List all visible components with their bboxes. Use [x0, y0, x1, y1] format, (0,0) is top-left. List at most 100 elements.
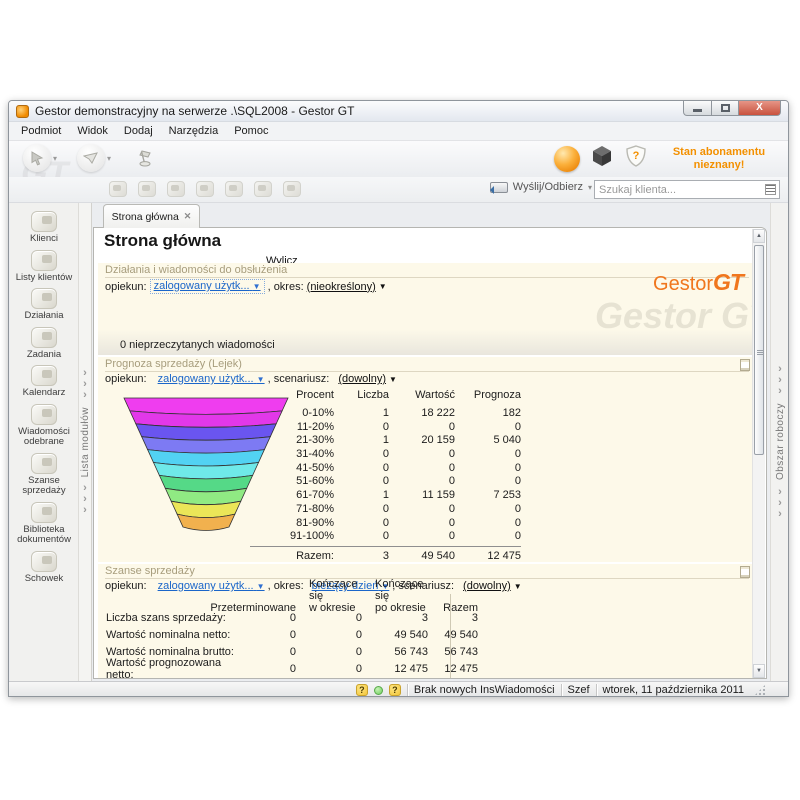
scrollbar-grip-icon — [757, 350, 763, 355]
insmail-status-icon[interactable]: ? — [389, 684, 401, 696]
calendar-icon — [31, 365, 57, 386]
online-status-icon — [374, 686, 383, 695]
sidebar-item-biblioteka-dokument-w[interactable]: Biblioteka dokumentów — [12, 502, 76, 546]
forecast-row-label: 11-20% — [250, 421, 334, 435]
period-dropdown[interactable]: (nieokreślony) — [307, 281, 376, 293]
subscription-status-line1: Stan abonamentu — [658, 146, 780, 159]
forecast-cell: 18 222 — [389, 407, 455, 421]
forecast-cell: 0 — [455, 530, 521, 544]
card-icon[interactable] — [283, 181, 301, 197]
activities-icon — [31, 288, 57, 309]
edit-note-icon[interactable] — [196, 181, 214, 197]
caretaker-dropdown[interactable]: zalogowany użytk... ▼ — [150, 279, 265, 294]
tab-close-icon[interactable]: ✕ — [184, 211, 192, 222]
scenario-label: , scenariusz: — [268, 373, 330, 385]
chances-cell: 0 — [296, 612, 362, 624]
sidebar-item-schowek[interactable]: Schowek — [25, 551, 64, 585]
main-toolbar: GT ▾ ▾ — [9, 141, 788, 177]
sidebar-item-label: Kalendarz — [23, 388, 66, 399]
unread-messages: 0 nieprzeczytanych wiadomości — [120, 339, 275, 351]
statusbar-user: Szef — [568, 684, 590, 696]
tab-strona-glowna[interactable]: Strona główna ✕ — [103, 204, 200, 228]
scroll-down-button[interactable]: ▼ — [753, 664, 765, 678]
cube-icon[interactable] — [590, 144, 614, 173]
sidebar-item-kalendarz[interactable]: Kalendarz — [23, 365, 66, 399]
forecast-cell: 0 — [334, 517, 389, 531]
sidebar-item-zadania[interactable]: Zadania — [27, 327, 61, 361]
sidebar-item-szanse-sprzeda-y[interactable]: Szanse sprzedaży — [12, 453, 76, 497]
chances-row-label: Wartość prognozowana netto: — [106, 657, 250, 680]
sidebar-item-wiadomo-ci-odebrane[interactable]: Wiadomości odebrane — [12, 404, 76, 448]
send-receive-button[interactable]: Wyślij/Odbierz ▾ — [490, 181, 592, 193]
sidebar-item-klienci[interactable]: Klienci — [30, 211, 58, 245]
subscription-status[interactable]: Stan abonamentu nieznany! — [658, 146, 780, 172]
sidebar-item-listy-klient-w[interactable]: Listy klientów — [16, 250, 73, 284]
scenario-dropdown[interactable]: (dowolny) — [338, 373, 386, 385]
sidebar-item-label: Biblioteka dokumentów — [12, 525, 76, 546]
stamp-icon[interactable] — [109, 181, 127, 197]
send-tool-dropdown-icon[interactable]: ▾ — [107, 154, 111, 163]
forecast-cell: 1 — [334, 407, 389, 421]
point-hand-icon[interactable] — [167, 181, 185, 197]
status-bar: ? ? Brak nowych InsWiadomości Szef wtore… — [9, 681, 788, 697]
insert-sphere-icon[interactable] — [554, 146, 580, 172]
caretaker-label: opiekun: — [105, 281, 147, 293]
chances-cell: 3 — [428, 612, 492, 624]
sidebar-item-label: Klienci — [30, 234, 58, 245]
client-search-input[interactable] — [595, 184, 765, 196]
flag-button[interactable] — [131, 144, 159, 172]
menu-bar: PodmiotWidokDodajNarzędziaPomoc — [9, 122, 788, 141]
menu-item-podmiot[interactable]: Podmiot — [13, 123, 69, 139]
chances-cell: 12 475 — [362, 663, 428, 675]
forecast-table: ProcentLiczbaWartośćPrognoza0-10%118 222… — [250, 389, 521, 562]
share-icon[interactable] — [254, 181, 272, 197]
menu-item-pomoc[interactable]: Pomoc — [226, 123, 276, 139]
workspace-strip[interactable]: ››› Obszar roboczy ››› — [770, 203, 789, 681]
scroll-up-button[interactable]: ▲ — [753, 229, 765, 243]
shield-question-icon[interactable]: ? — [624, 144, 648, 173]
caretaker-dropdown[interactable]: zalogowany użytk... ▼ — [158, 373, 265, 385]
forecast-cell: 0 — [389, 530, 455, 544]
forecast-row-label: 31-40% — [250, 448, 334, 462]
scrollbar-thumb[interactable] — [754, 245, 764, 455]
sidebar-item-dzia-ania[interactable]: Działania — [24, 288, 63, 322]
chances-cell: 3 — [362, 612, 428, 624]
forecast-section: Prognoza sprzedaży (Lejek) opiekun: zalo… — [98, 357, 753, 562]
close-button[interactable]: X — [739, 100, 781, 116]
maximize-button[interactable] — [712, 100, 739, 116]
module-list-strip[interactable]: ››› Lista modułów ››› — [78, 203, 92, 681]
dropdown-arrow-icon: ▼ — [379, 282, 387, 291]
minimize-button[interactable] — [683, 100, 712, 116]
forecast-cell: 0 — [455, 421, 521, 435]
forecast-cell: 0 — [455, 517, 521, 531]
forecast-cell: 20 159 — [389, 434, 455, 448]
statusbar-messages: Brak nowych InsWiadomości — [414, 684, 555, 696]
forecast-cell: 0 — [389, 475, 455, 489]
tasks-icon — [31, 327, 57, 348]
secondary-toolbar: Wyślij/Odbierz ▾ — [9, 177, 788, 203]
menu-item-widok[interactable]: Widok — [69, 123, 116, 139]
title-bar[interactable]: Gestor demonstracyjny na serwerze .\SQL2… — [9, 101, 788, 122]
workspace-strip-chevrons-top: ››› — [778, 364, 782, 397]
report-icon[interactable] — [740, 566, 750, 578]
contact-icon[interactable] — [138, 181, 156, 197]
chances-section: Szanse sprzedaży opiekun: zalogowany uży… — [98, 564, 753, 679]
search-list-icon[interactable] — [765, 184, 776, 195]
send-tool-button[interactable] — [77, 144, 105, 172]
help-icon[interactable]: ? — [356, 684, 368, 696]
resize-grip-icon[interactable] — [754, 684, 766, 696]
menu-item-dodaj[interactable]: Dodaj — [116, 123, 161, 139]
menu-item-narz-dzia[interactable]: Narzędzia — [161, 123, 227, 139]
clipboard-icon — [31, 551, 57, 572]
forecast-cell: 0 — [389, 517, 455, 531]
window-controls: X — [683, 100, 781, 116]
home-watermark: Gestor GT — [595, 295, 753, 337]
vertical-scrollbar[interactable]: ▲ ▼ — [752, 229, 765, 678]
sidebar-item-label: Wiadomości odebrane — [12, 427, 76, 448]
sidebar-item-label: Schowek — [25, 574, 64, 585]
chances-cell: 56 743 — [362, 646, 428, 658]
select-tool-dropdown-icon[interactable]: ▾ — [53, 154, 57, 163]
check-note-icon[interactable] — [225, 181, 243, 197]
select-tool-button[interactable] — [23, 144, 51, 172]
report-icon[interactable] — [740, 359, 750, 371]
